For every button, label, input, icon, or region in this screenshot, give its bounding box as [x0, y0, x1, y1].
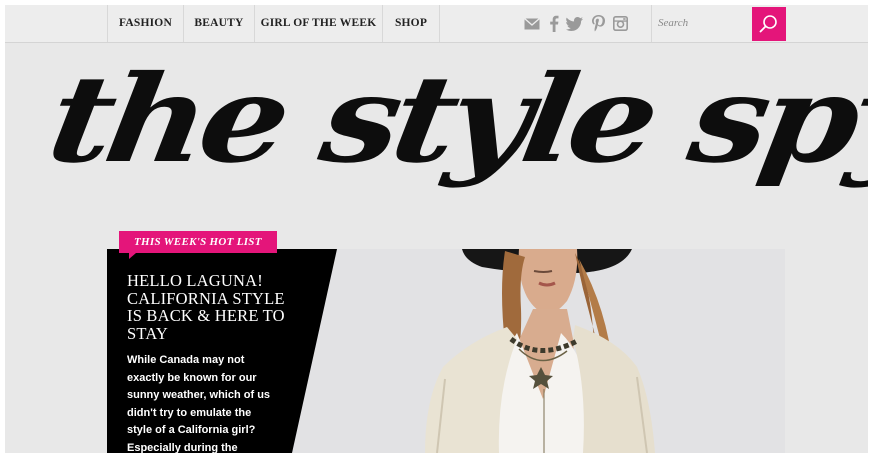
search-input[interactable]: Search — [651, 5, 751, 42]
mail-icon[interactable] — [524, 18, 540, 35]
hot-list-tag[interactable]: THIS WEEK'S HOT LIST — [119, 231, 277, 253]
nav-item-beauty[interactable]: BEAUTY — [183, 5, 254, 42]
hot-list-tag-tip — [129, 253, 136, 259]
search-button[interactable] — [752, 7, 786, 41]
hero-headline[interactable]: HELLO LAGUNA! CALIFORNIA STYLE IS BACK &… — [127, 272, 302, 342]
nav-item-girl-of-the-week[interactable]: GIRL OF THE WEEK — [254, 5, 382, 42]
search-icon — [759, 15, 777, 33]
nav-item-shop[interactable]: SHOP — [382, 5, 440, 42]
page: FASHION BEAUTY GIRL OF THE WEEK SHOP Sea… — [5, 5, 868, 453]
nav-item-fashion[interactable]: FASHION — [107, 5, 183, 42]
logo-wordmark: the style spy — [39, 49, 868, 190]
pinterest-icon[interactable] — [592, 15, 605, 32]
top-navigation: FASHION BEAUTY GIRL OF THE WEEK SHOP Sea… — [5, 5, 868, 43]
facebook-icon[interactable] — [549, 15, 559, 32]
hero-excerpt: While Canada may not exactly be known fo… — [127, 354, 271, 453]
twitter-icon[interactable] — [566, 17, 583, 34]
site-logo[interactable]: the style spy — [5, 45, 868, 260]
instagram-icon[interactable] — [613, 16, 628, 33]
